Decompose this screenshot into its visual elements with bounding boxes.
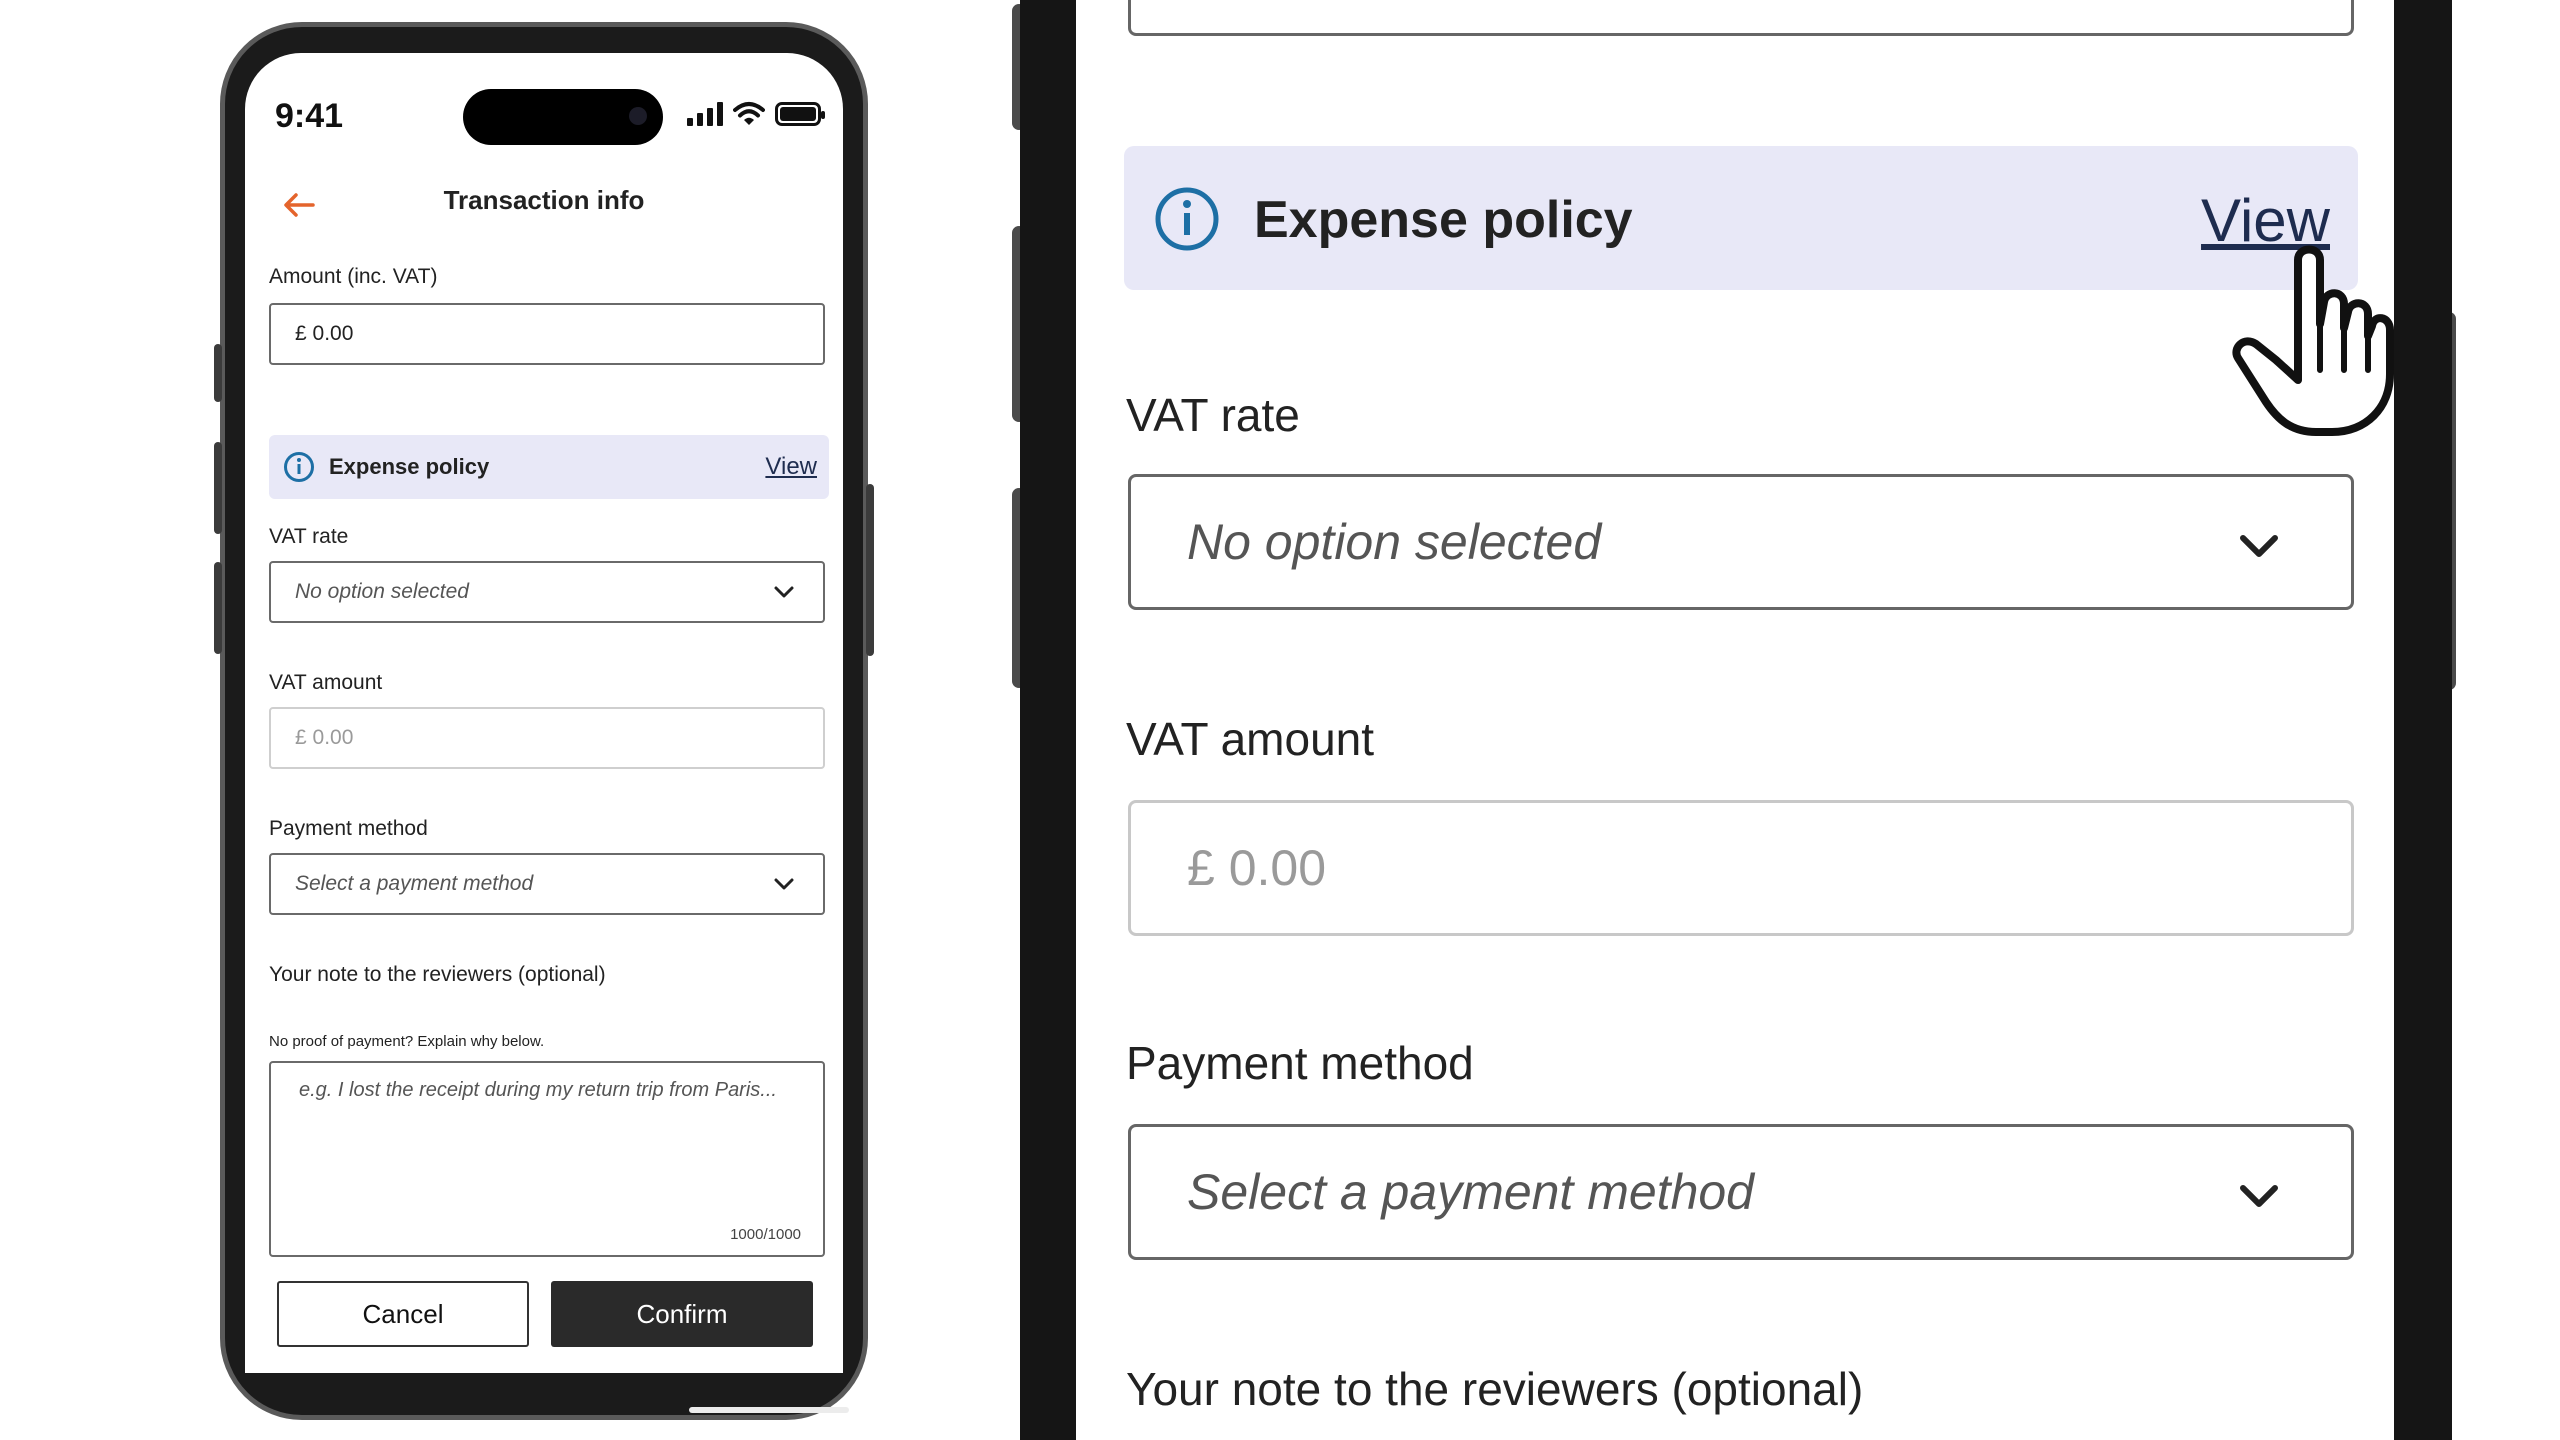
chevron-down-icon <box>2240 535 2278 557</box>
zoom-payment-method-select[interactable]: Select a payment method <box>1128 1124 2354 1260</box>
zoom-vat-rate-select[interactable]: No option selected <box>1128 474 2354 610</box>
character-counter: 1000/1000 <box>730 1226 801 1243</box>
expense-policy-banner: Expense policy View <box>269 435 829 499</box>
dynamic-island <box>463 89 663 145</box>
vat-rate-value: No option selected <box>295 580 469 603</box>
chevron-down-icon <box>774 586 794 598</box>
amount-label: Amount (inc. VAT) <box>269 265 438 288</box>
confirm-button[interactable]: Confirm <box>551 1281 813 1347</box>
volume-down-button <box>214 562 222 654</box>
silent-switch <box>214 344 222 402</box>
phone-screen: 9:41 Transaction info Amount (inc. VAT) … <box>245 53 843 1373</box>
amount-value: £ 0.00 <box>295 322 354 345</box>
vat-rate-label: VAT rate <box>269 525 349 548</box>
note-placeholder: e.g. I lost the receipt during my return… <box>299 1079 777 1101</box>
zoom-payment-method-label: Payment method <box>1126 1037 1474 1089</box>
signal-icon <box>687 102 723 126</box>
info-icon <box>284 452 314 482</box>
payment-method-select[interactable]: Select a payment method <box>269 853 825 915</box>
page-title: Transaction info <box>443 185 645 215</box>
status-icons <box>687 99 825 129</box>
amount-input[interactable]: £ 0.00 <box>269 303 825 365</box>
wifi-icon <box>733 102 765 125</box>
hand-pointer-icon <box>2232 245 2394 436</box>
vat-amount-value: £ 0.00 <box>295 726 354 749</box>
zoom-note-label: Your note to the reviewers (optional) <box>1126 1363 1864 1415</box>
status-time: 9:41 <box>275 97 344 135</box>
note-hint: No proof of payment? Explain why below. <box>269 1033 545 1050</box>
home-indicator <box>689 1407 849 1413</box>
zoom-vat-rate-label: VAT rate <box>1126 389 1300 441</box>
info-icon <box>1155 187 1219 251</box>
zoom-vat-amount-input[interactable]: £ 0.00 <box>1128 800 2354 936</box>
vat-rate-select[interactable]: No option selected <box>269 561 825 623</box>
vat-amount-label: VAT amount <box>269 671 383 694</box>
zoom-expense-policy-banner: Expense policy View <box>1124 146 2358 290</box>
note-textarea[interactable]: e.g. I lost the receipt during my return… <box>269 1061 825 1257</box>
zoom-vat-rate-value: No option selected <box>1187 514 1602 570</box>
zoom-expense-policy-title: Expense policy <box>1254 191 1633 249</box>
note-label: Your note to the reviewers (optional) <box>269 963 606 986</box>
phone-frame: 9:41 Transaction info Amount (inc. VAT) … <box>220 22 868 1420</box>
view-policy-link[interactable]: View <box>765 453 817 481</box>
vat-amount-input[interactable]: £ 0.00 <box>269 707 825 769</box>
power-button <box>866 484 874 656</box>
zoom-screen: Expense policy View VAT rate No option s… <box>1076 0 2394 1440</box>
camera-dot <box>629 107 647 125</box>
payment-method-value: Select a payment method <box>295 872 534 895</box>
cancel-button[interactable]: Cancel <box>277 1281 529 1347</box>
volume-up-button <box>214 442 222 534</box>
expense-policy-title: Expense policy <box>329 454 490 479</box>
chevron-down-icon <box>2240 1185 2278 1207</box>
zoom-amount-input[interactable] <box>1128 0 2354 36</box>
zoom-vat-amount-value: £ 0.00 <box>1187 840 1327 896</box>
zoom-payment-method-value: Select a payment method <box>1187 1164 1754 1220</box>
payment-method-label: Payment method <box>269 817 428 840</box>
chevron-down-icon <box>774 878 794 890</box>
zoom-vat-amount-label: VAT amount <box>1126 713 1375 765</box>
battery-icon <box>775 102 825 126</box>
